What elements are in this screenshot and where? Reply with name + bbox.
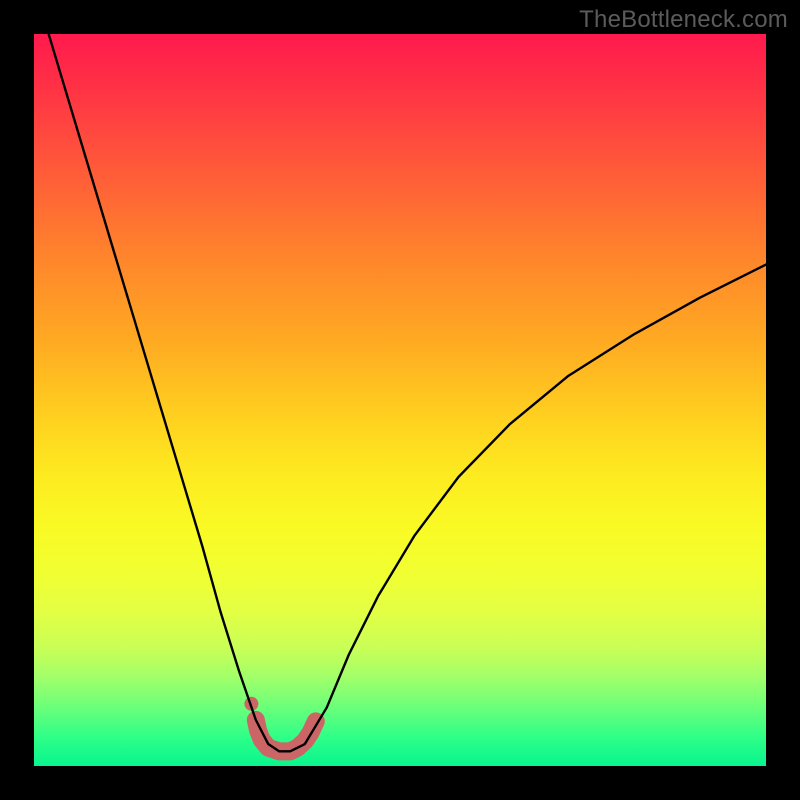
chart-frame: TheBottleneck.com (0, 0, 800, 800)
bottleneck-curve (49, 34, 766, 751)
curve-layer (34, 34, 766, 766)
watermark-text: TheBottleneck.com (579, 6, 788, 34)
plot-area (34, 34, 766, 766)
